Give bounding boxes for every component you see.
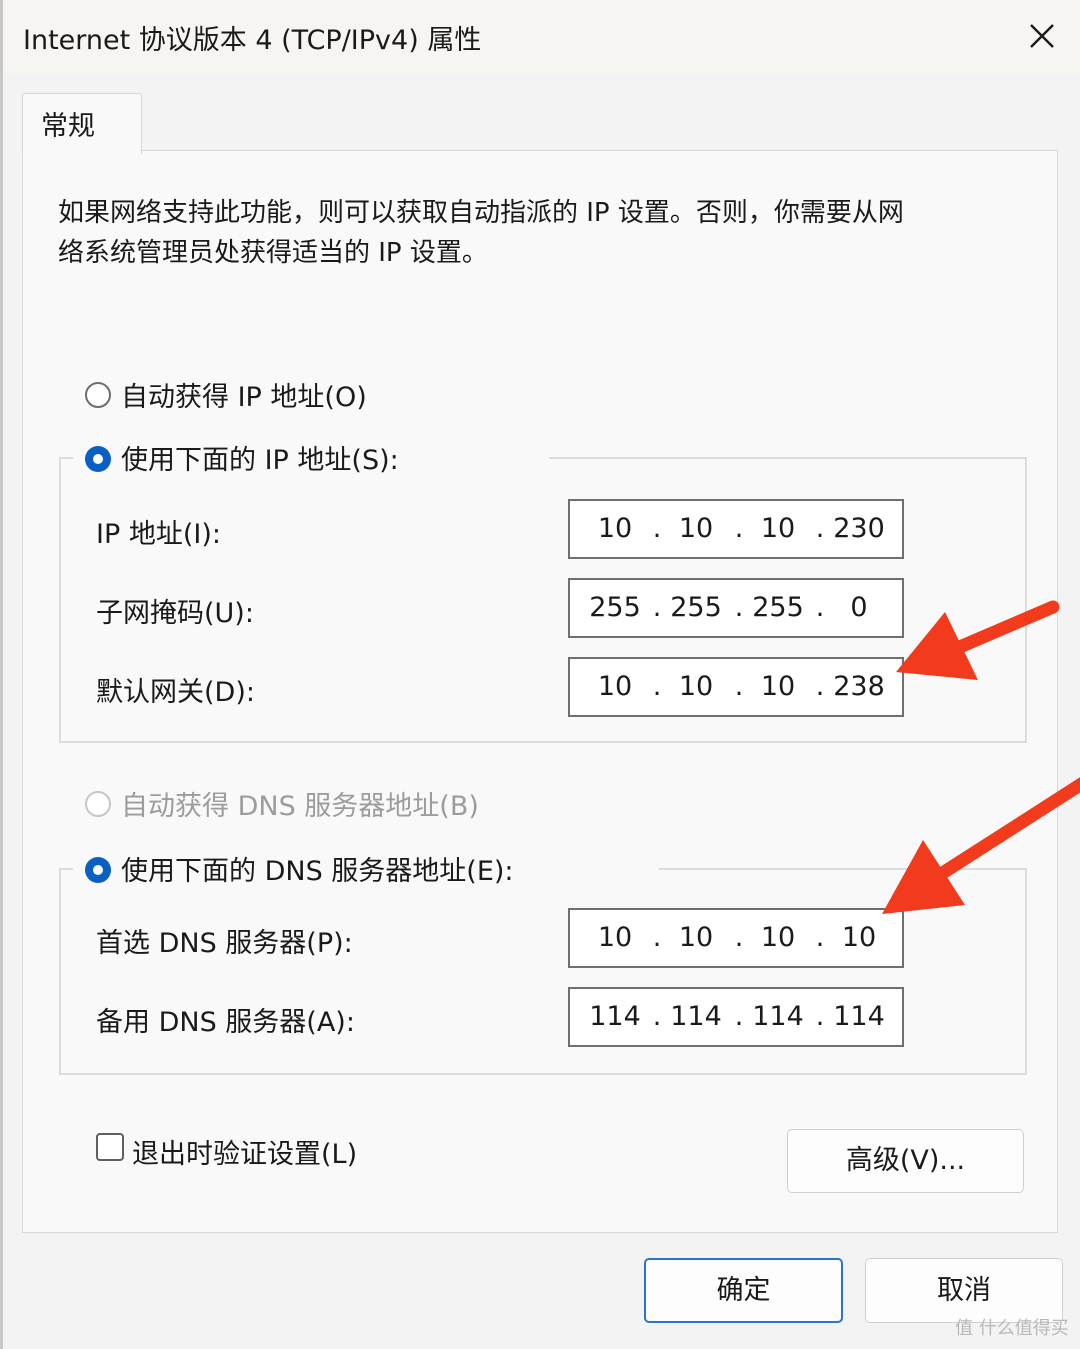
octet-separator: .: [815, 592, 825, 623]
pdns-octet-4: 10: [841, 922, 877, 953]
watermark: 值 什么值得买: [955, 1318, 1069, 1339]
alternate-dns-input[interactable]: 114 . 114 . 114 . 114: [568, 987, 904, 1047]
adns-octet-4: 114: [833, 1001, 885, 1032]
mask-octet-2: 255: [670, 592, 722, 623]
pdns-octet-1: 10: [597, 922, 633, 953]
description-line-1: 如果网络支持此功能，则可以获取自动指派的 IP 设置。否则，你需要从网: [58, 198, 904, 228]
octet-separator: .: [734, 922, 744, 953]
octet-separator: .: [652, 513, 662, 544]
adns-octet-1: 114: [589, 1001, 641, 1032]
octet-separator: .: [815, 922, 825, 953]
default-gateway-input[interactable]: 10 . 10 . 10 . 238: [568, 657, 904, 717]
window-title: Internet 协议版本 4 (TCP/IPv4) 属性: [23, 25, 482, 56]
subnet-mask-input[interactable]: 255 . 255 . 255 . 0: [568, 578, 904, 638]
manual-dns-label[interactable]: 使用下面的 DNS 服务器地址(E):: [121, 849, 514, 888]
ok-button-label: 确定: [716, 1275, 771, 1306]
ip-octet-1: 10: [597, 513, 633, 544]
alternate-dns-label: 备用 DNS 服务器(A):: [96, 1007, 355, 1038]
manual-ip-radio[interactable]: [85, 446, 111, 472]
ok-button[interactable]: 确定: [644, 1258, 843, 1323]
validate-settings-checkbox[interactable]: [96, 1133, 124, 1161]
gateway-octet-1: 10: [597, 671, 633, 702]
advanced-button-label: 高级(V)...: [845, 1145, 966, 1176]
tab-general[interactable]: 常规: [22, 93, 142, 154]
subnet-mask-label: 子网掩码(U):: [96, 598, 254, 629]
advanced-button[interactable]: 高级(V)...: [787, 1129, 1024, 1193]
validate-settings-label[interactable]: 退出时验证设置(L): [132, 1132, 357, 1171]
octet-separator: .: [734, 592, 744, 623]
mask-octet-3: 255: [752, 592, 804, 623]
mask-octet-1: 255: [589, 592, 641, 623]
ip-address-input[interactable]: 10 . 10 . 10 . 230: [568, 499, 904, 559]
octet-separator: .: [815, 1001, 825, 1032]
manual-ip-label[interactable]: 使用下面的 IP 地址(S):: [121, 438, 399, 477]
auto-ip-label[interactable]: 自动获得 IP 地址(O): [121, 375, 367, 414]
ip-octet-3: 10: [760, 513, 796, 544]
manual-dns-radio[interactable]: [85, 857, 111, 883]
adns-octet-2: 114: [670, 1001, 722, 1032]
octet-separator: .: [815, 513, 825, 544]
ip-address-label: IP 地址(I):: [96, 519, 221, 550]
cancel-button-label: 取消: [937, 1275, 991, 1306]
gateway-octet-3: 10: [760, 671, 796, 702]
close-button[interactable]: [1011, 8, 1073, 64]
tab-general-label: 常规: [41, 111, 95, 142]
gateway-octet-2: 10: [678, 671, 714, 702]
pdns-octet-2: 10: [678, 922, 714, 953]
title-bar[interactable]: Internet 协议版本 4 (TCP/IPv4) 属性: [3, 0, 1080, 74]
gateway-octet-4: 238: [833, 671, 885, 702]
default-gateway-label: 默认网关(D):: [96, 677, 255, 708]
ipv4-properties-dialog: Internet 协议版本 4 (TCP/IPv4) 属性 常规 如果网络支持此…: [0, 0, 1080, 1349]
ip-octet-4: 230: [833, 513, 885, 544]
close-icon: [1030, 24, 1054, 48]
octet-separator: .: [734, 513, 744, 544]
auto-dns-radio: [85, 791, 111, 817]
preferred-dns-label: 首选 DNS 服务器(P):: [96, 928, 353, 959]
octet-separator: .: [652, 592, 662, 623]
auto-ip-radio[interactable]: [85, 382, 111, 408]
description-line-2: 络系统管理员处获得适当的 IP 设置。: [58, 238, 488, 268]
pdns-octet-3: 10: [760, 922, 796, 953]
mask-octet-4: 0: [850, 592, 868, 623]
ip-octet-2: 10: [678, 513, 714, 544]
octet-separator: .: [652, 671, 662, 702]
octet-separator: .: [652, 1001, 662, 1032]
octet-separator: .: [734, 1001, 744, 1032]
auto-dns-label: 自动获得 DNS 服务器地址(B): [121, 791, 479, 822]
octet-separator: .: [652, 922, 662, 953]
adns-octet-3: 114: [752, 1001, 804, 1032]
preferred-dns-input[interactable]: 10 . 10 . 10 . 10: [568, 908, 904, 968]
octet-separator: .: [734, 671, 744, 702]
octet-separator: .: [815, 671, 825, 702]
